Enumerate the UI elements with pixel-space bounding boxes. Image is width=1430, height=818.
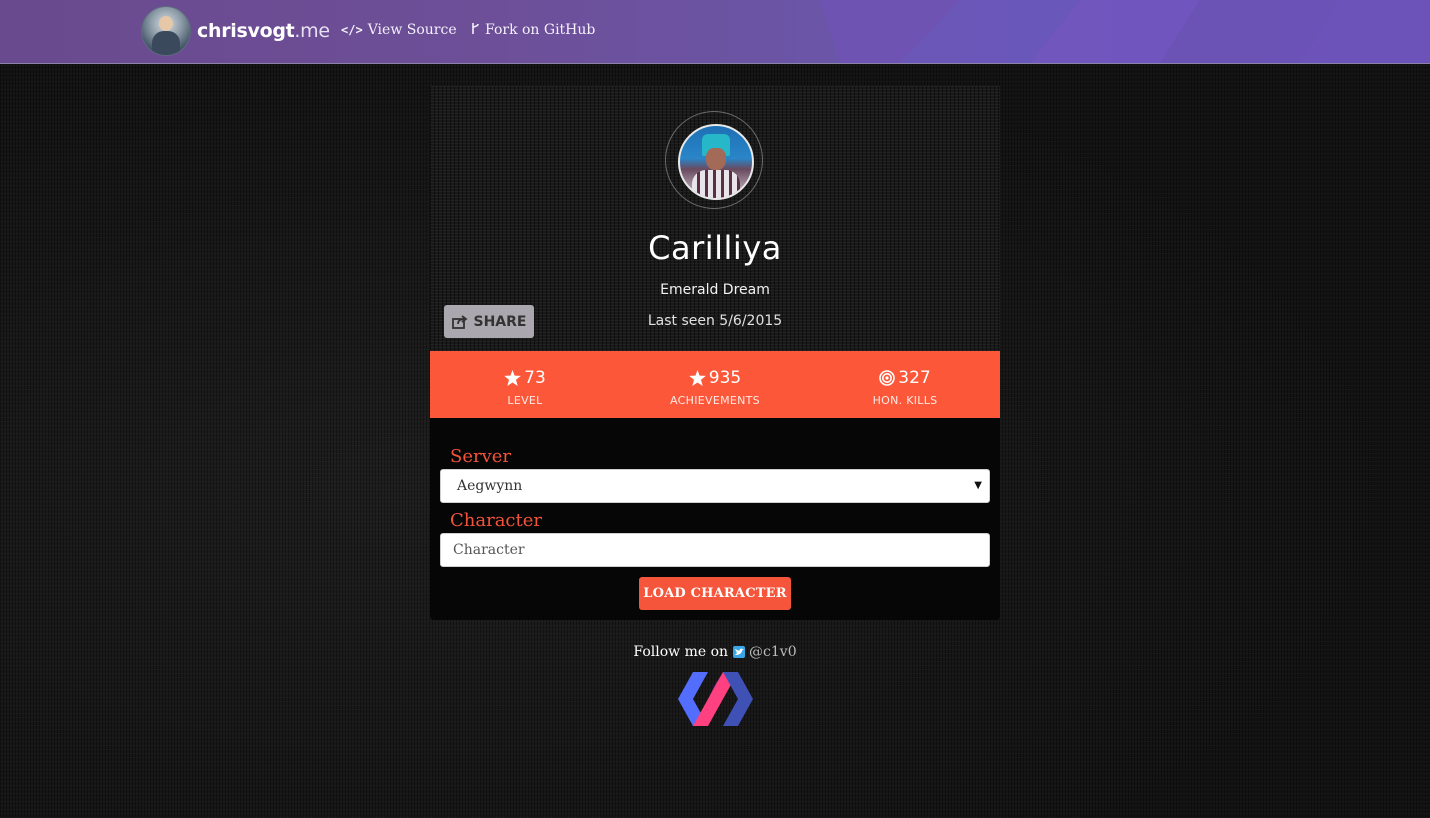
stat-kills-value: 327: [898, 368, 931, 388]
twitter-icon: [733, 646, 746, 658]
stat-achievements-label: ACHIEVEMENTS: [670, 394, 760, 407]
character-label: Character: [450, 510, 543, 531]
chevron-down-icon: ▼: [974, 480, 982, 491]
stat-level-value: 73: [524, 368, 546, 388]
view-source-link[interactable]: </> View Source: [341, 22, 457, 38]
character-realm: Emerald Dream: [660, 282, 770, 298]
character-input[interactable]: [440, 533, 990, 567]
stats-bar: 73 LEVEL 935 ACHIEVEMENTS 327 HON. KILLS: [430, 351, 1000, 418]
fork-github-label: Fork on GitHub: [485, 22, 596, 38]
target-icon: [879, 370, 896, 386]
avatar-ring: [665, 111, 763, 209]
brand-link[interactable]: chrisvogt.me: [141, 6, 330, 56]
twitter-handle-link[interactable]: @c1v0: [749, 644, 797, 660]
star-icon: [688, 370, 706, 386]
stat-level-label: LEVEL: [507, 394, 543, 407]
stat-level: 73 LEVEL: [430, 367, 620, 407]
header-polygon-decoration: [820, 0, 1430, 63]
follow-line: Follow me on @c1v0: [0, 644, 1430, 660]
server-selected-value: Aegwynn: [457, 478, 523, 494]
brand-name: chrisvogt.me: [197, 20, 330, 42]
load-character-button[interactable]: LOAD CHARACTER: [639, 577, 791, 610]
stat-kills-label: HON. KILLS: [872, 394, 938, 407]
stat-honorable-kills: 327 HON. KILLS: [810, 367, 1000, 407]
share-label: SHARE: [473, 313, 527, 330]
stat-achievements: 935 ACHIEVEMENTS: [620, 367, 810, 407]
branch-icon: [471, 22, 480, 38]
fork-github-link[interactable]: Fork on GitHub: [471, 22, 595, 38]
star-icon: [504, 370, 522, 386]
character-avatar: [678, 124, 754, 200]
character-name: Carilliya: [648, 229, 782, 267]
server-select[interactable]: Aegwynn ▼: [440, 469, 990, 503]
view-source-label: View Source: [367, 22, 457, 38]
stat-achievements-value: 935: [708, 368, 742, 388]
profile-card: Carilliya Emerald Dream Last seen 5/6/20…: [430, 86, 1000, 351]
share-icon: [451, 314, 468, 329]
server-label: Server: [450, 446, 512, 467]
top-navigation-bar: chrisvogt.me </> View Source Fork on Git…: [0, 0, 1430, 64]
follow-text: Follow me on: [633, 644, 729, 660]
brand-avatar: [141, 6, 191, 56]
code-icon: </>: [341, 23, 363, 37]
polymer-logo[interactable]: [678, 672, 753, 726]
character-search-form: Server Aegwynn ▼ Character LOAD CHARACTE…: [430, 418, 1000, 620]
share-button[interactable]: SHARE: [444, 305, 534, 338]
